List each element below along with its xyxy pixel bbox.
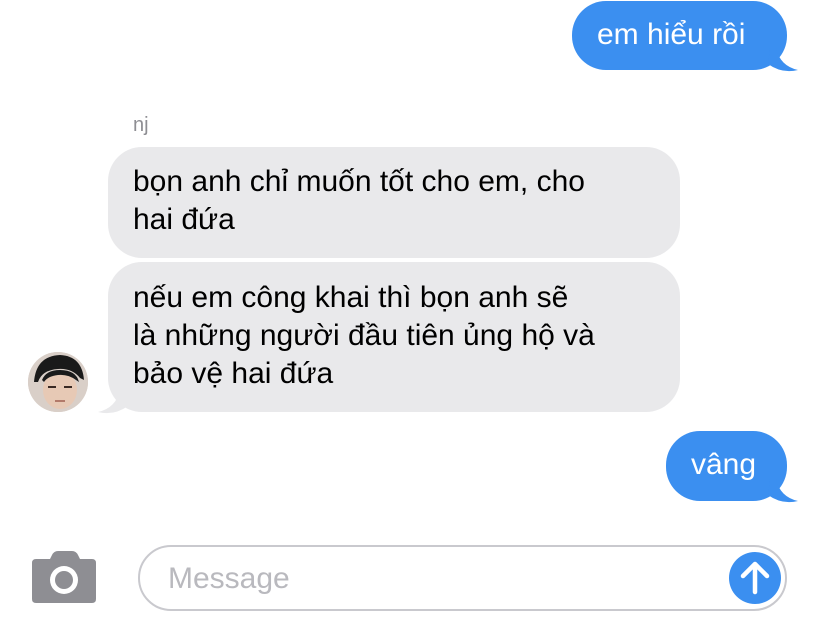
- bubble-tail: [768, 479, 798, 503]
- camera-icon: [32, 551, 96, 603]
- message-text-line: là những người đầu tiên ủng hộ và: [133, 319, 595, 352]
- message-input[interactable]: Message: [138, 545, 787, 611]
- message-text: em hiểu rồi: [597, 18, 746, 51]
- message-text-line: hai đứa: [133, 203, 235, 236]
- contact-avatar[interactable]: [28, 352, 88, 412]
- message-placeholder: Message: [168, 562, 290, 595]
- incoming-message-bubble[interactable]: bọn anh chỉ muốn tốt cho em, cho hai đứa: [108, 147, 680, 258]
- send-button[interactable]: [729, 552, 781, 604]
- message-text-line: bọn anh chỉ muốn tốt cho em, cho: [133, 165, 585, 198]
- message-text-line: nếu em công khai thì bọn anh sẽ: [133, 281, 569, 314]
- outgoing-message-bubble[interactable]: em hiểu rồi: [572, 1, 787, 70]
- avatar-image: [28, 352, 88, 412]
- bubble-tail: [768, 48, 798, 72]
- bubble-tail: [98, 390, 128, 414]
- message-text-line: bảo vệ hai đứa: [133, 357, 334, 390]
- camera-button[interactable]: [32, 551, 98, 603]
- arrow-up-icon: [740, 561, 770, 595]
- sender-name: nj: [133, 114, 149, 136]
- incoming-message-bubble[interactable]: nếu em công khai thì bọn anh sẽ là những…: [108, 262, 680, 412]
